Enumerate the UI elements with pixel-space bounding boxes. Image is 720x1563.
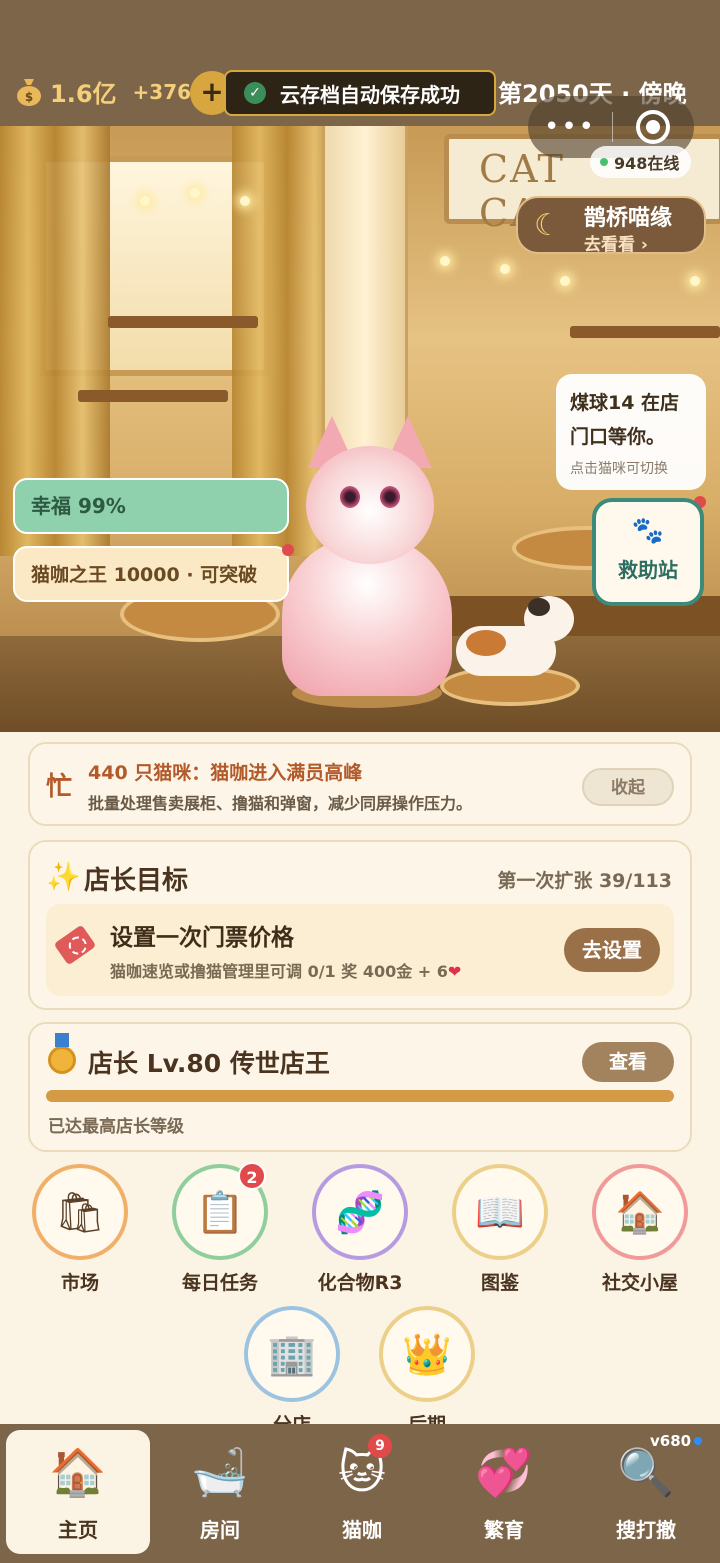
feature-shopping-bag[interactable]: 🛍 市场 — [18, 1164, 142, 1295]
feature-label: 每日任务 — [181, 1272, 258, 1294]
bottom-nav: 🏠 主页 🛁 房间 🐱 9 猫咖 💞 繁育 🔍 搜打撤 — [0, 1424, 720, 1563]
nav-label: 繁育 — [484, 1518, 524, 1542]
money-value: 1.6亿 — [50, 80, 117, 108]
home-icon: 🏠 — [49, 1444, 107, 1499]
speech-line-1: 煤球14 在店 — [570, 392, 680, 414]
nav-label: 主页 — [58, 1518, 98, 1542]
shelf — [108, 316, 258, 328]
feature-label: 化合物R3 — [317, 1272, 403, 1294]
manager-goal-card: ✨ 店长目标 第一次扩张 39/113 设置一次门票价格 猫咖速览或撸猫管理里可… — [28, 840, 692, 1010]
light-bulb — [560, 276, 570, 286]
status-dot-icon — [694, 1437, 703, 1445]
light-bulb — [440, 256, 450, 266]
feature-label: 市场 — [60, 1272, 99, 1294]
light-bulb — [500, 264, 510, 274]
search-map-icon: 🔍 — [617, 1444, 675, 1499]
feature-crown[interactable]: 👑后期 — [365, 1306, 489, 1437]
manager-level-card: 店长 Lv.80 传世店王 查看 已达最高店长等级 — [28, 1022, 692, 1152]
main-cat[interactable] — [268, 416, 468, 708]
more-icon[interactable]: ••• — [528, 112, 612, 142]
event-banner[interactable]: ☾ 鹊桥喵缘 去看看 › — [516, 196, 706, 255]
feature-clipboard[interactable]: 📋 2 每日任务 — [158, 1162, 282, 1295]
busy-notice-card: 忙 440 只猫咪：猫咖进入满员高峰 批量处理售卖展柜、撸猫和弹窗，减少同屏操作… — [28, 742, 692, 826]
shelf — [570, 326, 720, 338]
paw-icon: 🐾 — [631, 516, 665, 546]
shelf — [78, 390, 228, 402]
collapse-button[interactable]: 收起 — [582, 768, 674, 806]
feature-label: 图鉴 — [480, 1272, 519, 1294]
feature-building[interactable]: 🏢分店 — [230, 1306, 354, 1437]
crown-icon: 👑 — [402, 1331, 452, 1378]
sparkle-icon: ✨ — [46, 860, 81, 893]
nav-home[interactable]: 🏠 主页 — [6, 1430, 150, 1554]
light-bulb — [190, 188, 200, 198]
version-label: v680 — [650, 1432, 703, 1450]
breeding-icon: 💞 — [475, 1444, 533, 1499]
money-display: $ 1.6亿 +3765 — [16, 74, 205, 109]
nav-breeding[interactable]: 💞 繁育 — [432, 1430, 576, 1554]
goal-progress: 第一次扩张 39/113 — [497, 870, 672, 892]
light-bulb — [240, 196, 250, 206]
rescue-label: 救助站 — [618, 558, 678, 582]
save-toast: ✓ 云存档自动保存成功 — [224, 70, 496, 116]
badge-count: 2 — [238, 1162, 266, 1190]
room-icon: 🛁 — [191, 1444, 249, 1499]
book-icon: 📖 — [475, 1189, 525, 1236]
nav-label: 猫咖 — [342, 1518, 382, 1542]
shopping-bag-icon: 🛍 — [54, 1189, 106, 1236]
rank-badge[interactable]: 猫咖之王 10000 · 可突破 — [13, 546, 289, 602]
go-set-button[interactable]: 去设置 — [564, 928, 660, 972]
level-progress-fill — [46, 1090, 674, 1102]
calico-cat[interactable] — [456, 596, 576, 686]
busy-description: 批量处理售卖展柜、撸猫和弹窗，减少同屏操作压力。 — [88, 794, 473, 813]
rescue-station-button[interactable]: 🐾 救助站 — [592, 498, 704, 606]
goal-title: 店长目标 — [84, 866, 189, 896]
notification-dot — [282, 544, 294, 556]
feature-dna[interactable]: 🧬 化合物R3 — [298, 1164, 422, 1295]
light-bulb — [690, 276, 700, 286]
speech-hint: 点击猫咪可切换 — [570, 461, 668, 477]
moon-icon: ☾ — [534, 208, 561, 243]
money-bag-icon: $ — [17, 78, 41, 106]
svg-text:$: $ — [25, 90, 33, 104]
online-count: 948在线 — [590, 146, 692, 178]
close-target-icon[interactable] — [613, 110, 693, 144]
toast-text: 云存档自动保存成功 — [280, 82, 460, 107]
check-icon: ✓ — [244, 82, 266, 104]
online-count-text: 948在线 — [614, 154, 680, 173]
cat-speech-bubble[interactable]: 煤球14 在店 门口等你。 点击猫咪可切换 — [556, 374, 706, 490]
level-progress-bar — [46, 1090, 674, 1102]
online-dot-icon — [600, 158, 608, 166]
manager-title: 店长 Lv.80 传世店王 — [88, 1049, 330, 1078]
nav-cat-cafe[interactable]: 🐱 9 猫咖 — [290, 1430, 434, 1554]
task-description: 猫咖速览或撸猫管理里可调 0/1 奖 400金 + 6❤ — [110, 962, 462, 981]
nav-label: 搜打撤 — [616, 1518, 676, 1542]
light-bulb — [140, 196, 150, 206]
clipboard-icon: 📋 — [195, 1189, 245, 1236]
goal-task: 设置一次门票价格 猫咖速览或撸猫管理里可调 0/1 奖 400金 + 6❤ 去设… — [46, 904, 674, 996]
nav-room[interactable]: 🛁 房间 — [148, 1430, 292, 1554]
event-title: 鹊桥喵缘 — [584, 206, 673, 231]
nav-label: 房间 — [200, 1518, 240, 1542]
heart-icon: ❤ — [447, 962, 462, 981]
busy-icon: 忙 — [46, 772, 73, 802]
ticket-icon — [53, 924, 97, 966]
feature-label: 社交小屋 — [601, 1272, 678, 1294]
speech-line-2: 门口等你。 — [570, 426, 666, 448]
badge-count: 9 — [368, 1434, 392, 1458]
house-icon: 🏠 — [615, 1189, 665, 1236]
dna-icon: 🧬 — [335, 1189, 385, 1236]
medal-icon — [48, 1033, 76, 1074]
feature-book[interactable]: 📖 图鉴 — [438, 1164, 562, 1295]
view-button[interactable]: 查看 — [582, 1042, 674, 1082]
busy-title: 440 只猫咪：猫咖进入满员高峰 — [88, 762, 363, 784]
building-icon: 🏢 — [267, 1331, 317, 1378]
feature-house[interactable]: 🏠 社交小屋 — [578, 1164, 702, 1295]
event-link: 去看看 › — [584, 235, 648, 255]
happiness-badge: 幸福 99% — [13, 478, 289, 534]
task-title: 设置一次门票价格 — [110, 925, 294, 951]
level-note: 已达最高店长等级 — [48, 1117, 184, 1137]
